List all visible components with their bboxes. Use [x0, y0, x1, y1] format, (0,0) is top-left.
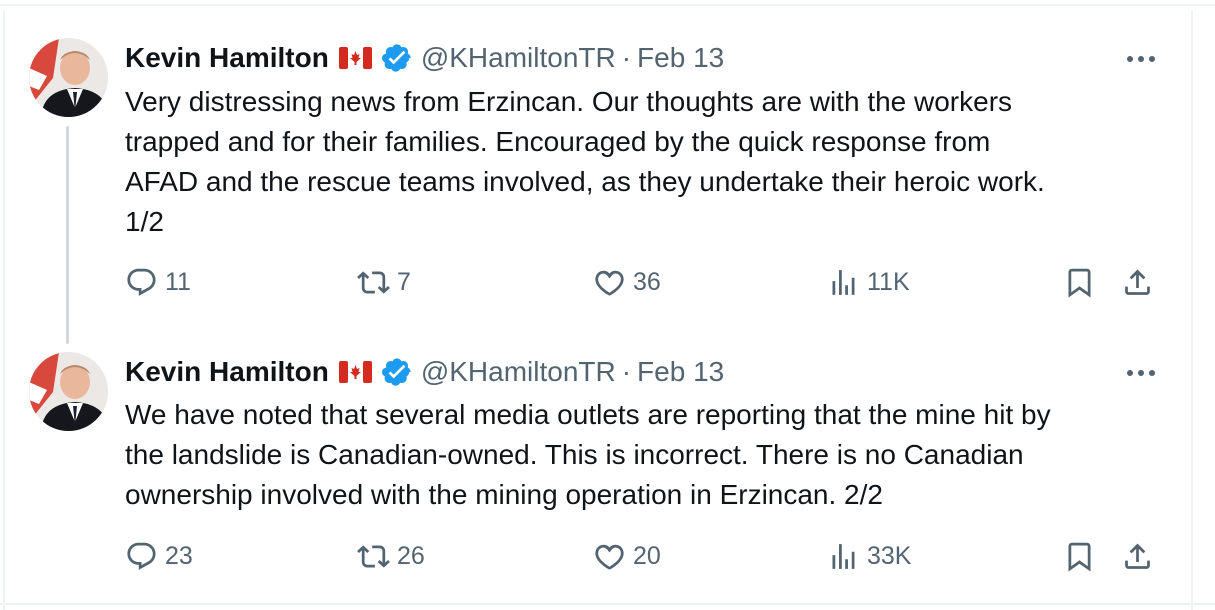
- author-handle[interactable]: @KHamiltonTR: [421, 356, 616, 388]
- author-name[interactable]: Kevin Hamilton: [125, 356, 329, 388]
- thread-connector-line: [66, 126, 69, 344]
- frame-left-border: [3, 10, 5, 610]
- reply-count: 11: [165, 268, 191, 296]
- like-icon: [595, 544, 624, 570]
- views-button[interactable]: 11K: [827, 266, 910, 299]
- repost-button[interactable]: 26: [357, 540, 425, 573]
- views-count: 11K: [867, 268, 910, 296]
- more-icon[interactable]: [1125, 366, 1157, 378]
- author-handle[interactable]: @KHamiltonTR: [421, 42, 616, 74]
- avatar[interactable]: [29, 352, 108, 431]
- avatar[interactable]: [29, 38, 108, 117]
- views-icon: [832, 270, 855, 295]
- more-icon[interactable]: [1125, 52, 1157, 64]
- share-button[interactable]: [1121, 540, 1154, 573]
- verified-badge-icon[interactable]: [381, 356, 413, 388]
- repost-button[interactable]: 7: [357, 266, 411, 299]
- reply-button[interactable]: 23: [125, 540, 193, 573]
- repost-icon: [357, 545, 390, 568]
- tweet-date[interactable]: Feb 13: [637, 42, 724, 74]
- author-name[interactable]: Kevin Hamilton: [125, 42, 329, 74]
- like-count: 20: [633, 542, 661, 570]
- repost-icon: [357, 271, 390, 294]
- like-count: 36: [633, 268, 661, 296]
- frame-bottom-border: [0, 603, 1215, 605]
- like-button[interactable]: 20: [593, 540, 661, 573]
- canada-flag-icon: [338, 47, 372, 69]
- like-button[interactable]: 36: [593, 266, 661, 299]
- reply-count: 23: [165, 542, 193, 570]
- reply-button[interactable]: 11: [125, 266, 191, 299]
- share-button[interactable]: [1121, 266, 1154, 299]
- frame-right-border: [1191, 10, 1193, 610]
- bookmark-icon: [1068, 268, 1091, 298]
- views-icon: [832, 544, 855, 569]
- tweet-text: Very distressing news from Erzincan. Our…: [125, 86, 1045, 237]
- views-count: 33K: [867, 542, 912, 570]
- share-icon: [1125, 269, 1150, 295]
- like-icon: [595, 270, 624, 296]
- verified-badge-icon[interactable]: [381, 42, 413, 74]
- repost-count: 26: [397, 542, 425, 570]
- reply-icon: [127, 268, 156, 296]
- frame-top-border: [0, 4, 1215, 6]
- repost-count: 7: [397, 268, 411, 296]
- tweet-text: We have noted that several media outlets…: [125, 399, 1051, 510]
- bookmark-button[interactable]: [1063, 540, 1096, 573]
- bookmark-button[interactable]: [1063, 266, 1096, 299]
- canada-flag-icon: [338, 361, 372, 383]
- tweet-date[interactable]: Feb 13: [637, 356, 724, 388]
- views-button[interactable]: 33K: [827, 540, 911, 573]
- separator-dot: ·: [621, 356, 632, 387]
- bookmark-icon: [1068, 542, 1091, 572]
- separator-dot: ·: [621, 42, 632, 73]
- reply-icon: [127, 542, 156, 570]
- share-icon: [1125, 543, 1150, 569]
